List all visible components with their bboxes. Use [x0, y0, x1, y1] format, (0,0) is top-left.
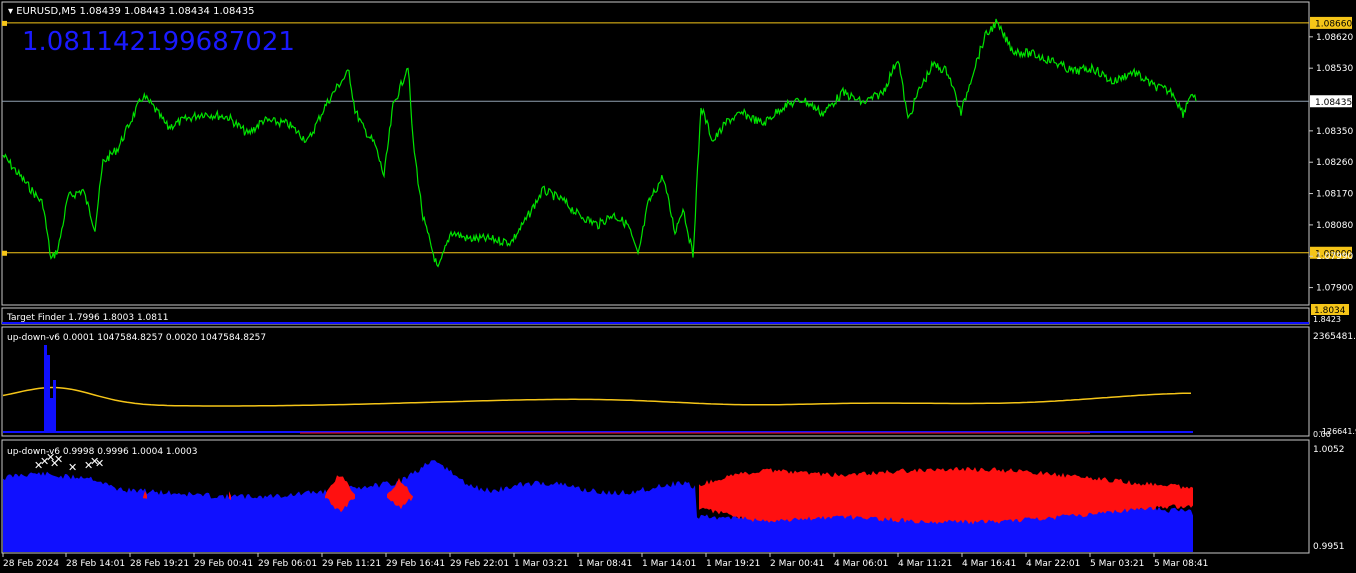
target-panel-frame	[1, 307, 1310, 325]
time-tick-label: 28 Feb 19:21	[130, 559, 189, 569]
time-axis: 28 Feb 2024 28 Feb 14:01 28 Feb 19:21 29 Fe…	[2, 553, 1208, 569]
ind1-tick-bottom: -126641.9	[1319, 427, 1356, 436]
price-tick-label: 1.07990	[1316, 252, 1353, 262]
chart-window[interactable]: 1.086601.080001.08435 1.086201.085301.08…	[0, 0, 1356, 573]
time-tick-label: 28 Feb 2024	[3, 559, 59, 569]
ind2-histogram	[3, 460, 1193, 552]
line-handle[interactable]	[2, 250, 7, 256]
time-tick-label: 29 Feb 00:41	[194, 559, 253, 569]
ind1-spike	[50, 398, 53, 432]
time-tick-label: 5 Mar 03:21	[1090, 559, 1144, 569]
ind2-tick-top: 1.0052	[1313, 445, 1345, 455]
price-tick-label: 1.08080	[1316, 221, 1353, 231]
big-value-label: 1.081142199687021	[22, 27, 295, 57]
ind1-label: up-down-v6 0.0001 1047584.8257 0.0020 10…	[7, 333, 266, 343]
ind1-series	[2, 345, 1193, 434]
time-tick-label: 29 Feb 11:21	[322, 559, 381, 569]
ind1-wave	[2, 386, 1192, 407]
time-tick-label: 4 Mar 16:41	[962, 559, 1016, 569]
price-tick-label: 1.08260	[1316, 158, 1353, 168]
chart-header: ▾ EURUSD,M5 1.08439 1.08443 1.08434 1.08…	[8, 6, 254, 17]
price-tick-label: 1.08170	[1316, 190, 1353, 200]
time-tick-label: 29 Feb 06:01	[258, 559, 317, 569]
time-tick-label: 1 Mar 19:21	[706, 559, 760, 569]
time-tick-label: 1 Mar 03:21	[514, 559, 568, 569]
price-tick-label: 1.07900	[1316, 284, 1353, 294]
time-tick-label: 1 Mar 14:01	[642, 559, 696, 569]
target-tick-2: 1.8423	[1313, 315, 1341, 324]
time-tick-label: 29 Feb 22:01	[450, 559, 509, 569]
time-tick-label: 2 Mar 00:41	[770, 559, 824, 569]
ind2-label: up-down-v6 0.9998 0.9996 1.0004 1.0003	[7, 447, 197, 457]
time-tick-label: 4 Mar 11:21	[898, 559, 952, 569]
price-tick-label: 1.08350	[1316, 127, 1353, 137]
time-tick-label: 5 Mar 08:41	[1154, 559, 1208, 569]
price-badge-label: 1.08660	[1315, 19, 1352, 29]
ind1-spike	[53, 380, 56, 432]
time-tick-label: 29 Feb 16:41	[386, 559, 445, 569]
ind1-panel-frame	[1, 326, 1310, 437]
ind1-tick-top: 2365481.9	[1313, 332, 1356, 342]
time-tick-label: 4 Mar 22:01	[1026, 559, 1080, 569]
price-tick-label: 1.08530	[1316, 64, 1353, 74]
line-handle[interactable]	[2, 20, 7, 26]
time-tick-label: 1 Mar 08:41	[578, 559, 632, 569]
price-tick-label: 1.08620	[1316, 33, 1353, 43]
cross-marker: ✕	[95, 457, 104, 470]
time-tick-label: 4 Mar 06:01	[834, 559, 888, 569]
ind1-spike	[44, 345, 47, 432]
target-finder-label: Target Finder 1.7996 1.8003 1.0811	[6, 313, 168, 323]
dropdown-triangle-icon[interactable]: ▾	[8, 6, 16, 17]
cross-marker: ✕	[68, 461, 77, 474]
price-badge-label: 1.08435	[1315, 98, 1352, 108]
time-tick-label: 28 Feb 14:01	[66, 559, 125, 569]
cross-marker: ✕	[54, 453, 63, 466]
ind2-tick-bottom: 0.9951	[1313, 542, 1345, 552]
price-axis: 1.08620 1.08530 1.08350 1.08260 1.08170 1.080…	[1309, 33, 1353, 294]
ind1-spike	[47, 355, 50, 432]
